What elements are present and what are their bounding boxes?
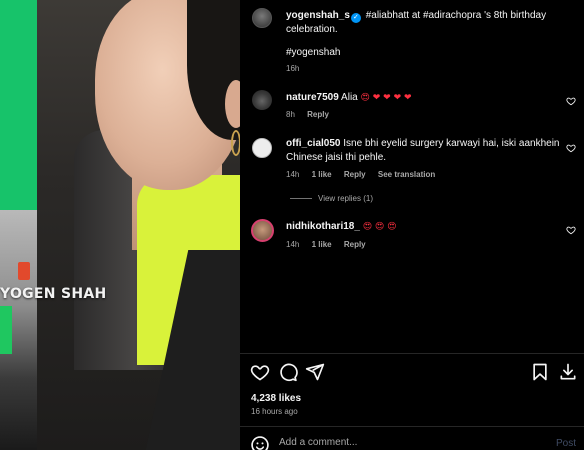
verified-badge-icon: ✓ <box>350 13 361 23</box>
view-replies-label: View replies (1) <box>318 194 373 203</box>
bookmark-icon[interactable] <box>530 362 550 382</box>
view-replies-button[interactable]: View replies (1) <box>290 194 373 203</box>
reply-button[interactable]: Reply <box>344 240 366 249</box>
emoji-icon[interactable] <box>250 435 270 450</box>
comment-time: 8h <box>286 110 295 119</box>
comment-item: offi_cial050 Isne bhi eyelid surgery kar… <box>286 137 561 165</box>
see-translation-button[interactable]: See translation <box>378 170 435 179</box>
caption-hashtag[interactable]: #yogenshah <box>286 47 341 58</box>
comment-username[interactable]: offi_cial050 <box>286 138 340 149</box>
car-taillight <box>18 262 30 280</box>
post-caption: yogenshah_s ✓ #aliabhatt at #adirachopra … <box>286 9 576 37</box>
heart-icon[interactable] <box>250 362 270 382</box>
comment-item: nidhikothari18_ 😍 😍 😍 <box>286 220 546 234</box>
commenter-avatar[interactable] <box>252 90 272 110</box>
share-icon[interactable] <box>305 362 325 382</box>
reply-button[interactable]: Reply <box>307 110 329 119</box>
green-figure <box>0 306 12 354</box>
comment-time: 14h <box>286 170 300 179</box>
media-green-panel <box>0 0 37 210</box>
comment-emojis: 😍 ❤ ❤ ❤ ❤ <box>360 93 412 103</box>
likes-count[interactable]: 4,238 likes <box>251 393 301 404</box>
comment-actions: 8h Reply <box>286 110 339 119</box>
post-button[interactable]: Post <box>556 438 576 449</box>
comment-icon[interactable] <box>278 362 298 382</box>
caption-time: 16h <box>286 64 300 73</box>
post-media[interactable]: YOGEN SHAH <box>0 0 240 450</box>
comment-likes[interactable]: 1 like <box>312 240 332 249</box>
owner-avatar[interactable] <box>252 8 272 28</box>
comment-username[interactable]: nature7509 <box>286 92 339 103</box>
comment-input[interactable] <box>279 437 539 448</box>
media-watermark: YOGEN SHAH <box>0 286 107 302</box>
comment-actions: 14h 1 like Reply See translation <box>286 170 445 179</box>
photo-earring <box>231 130 240 156</box>
composer-divider <box>240 426 584 427</box>
comment-time: 14h <box>286 240 300 249</box>
media-photo <box>37 0 240 450</box>
media-car-panel <box>0 210 37 450</box>
post-date: 16 hours ago <box>251 407 298 416</box>
heart-small-icon[interactable] <box>566 143 576 153</box>
heart-small-icon[interactable] <box>566 225 576 235</box>
owner-username[interactable]: yogenshah_s <box>286 10 350 21</box>
reply-button[interactable]: Reply <box>344 170 366 179</box>
comment-item: nature7509 Alia 😍 ❤ ❤ ❤ ❤ <box>286 91 546 105</box>
comment-username[interactable]: nidhikothari18_ <box>286 221 360 232</box>
comments-panel: yogenshah_s ✓ #aliabhatt at #adirachopra … <box>240 0 584 450</box>
comment-likes[interactable]: 1 like <box>312 170 332 179</box>
actions-divider <box>240 353 584 354</box>
comment-actions: 14h 1 like Reply <box>286 240 376 249</box>
comment-emojis: 😍 😍 😍 <box>362 222 397 232</box>
commenter-avatar[interactable] <box>251 219 274 242</box>
comment-text: Alia <box>341 92 358 103</box>
replies-divider <box>290 198 312 200</box>
photo-ear <box>225 80 240 128</box>
download-icon[interactable] <box>558 362 578 382</box>
commenter-avatar[interactable] <box>252 138 272 158</box>
heart-small-icon[interactable] <box>566 96 576 106</box>
